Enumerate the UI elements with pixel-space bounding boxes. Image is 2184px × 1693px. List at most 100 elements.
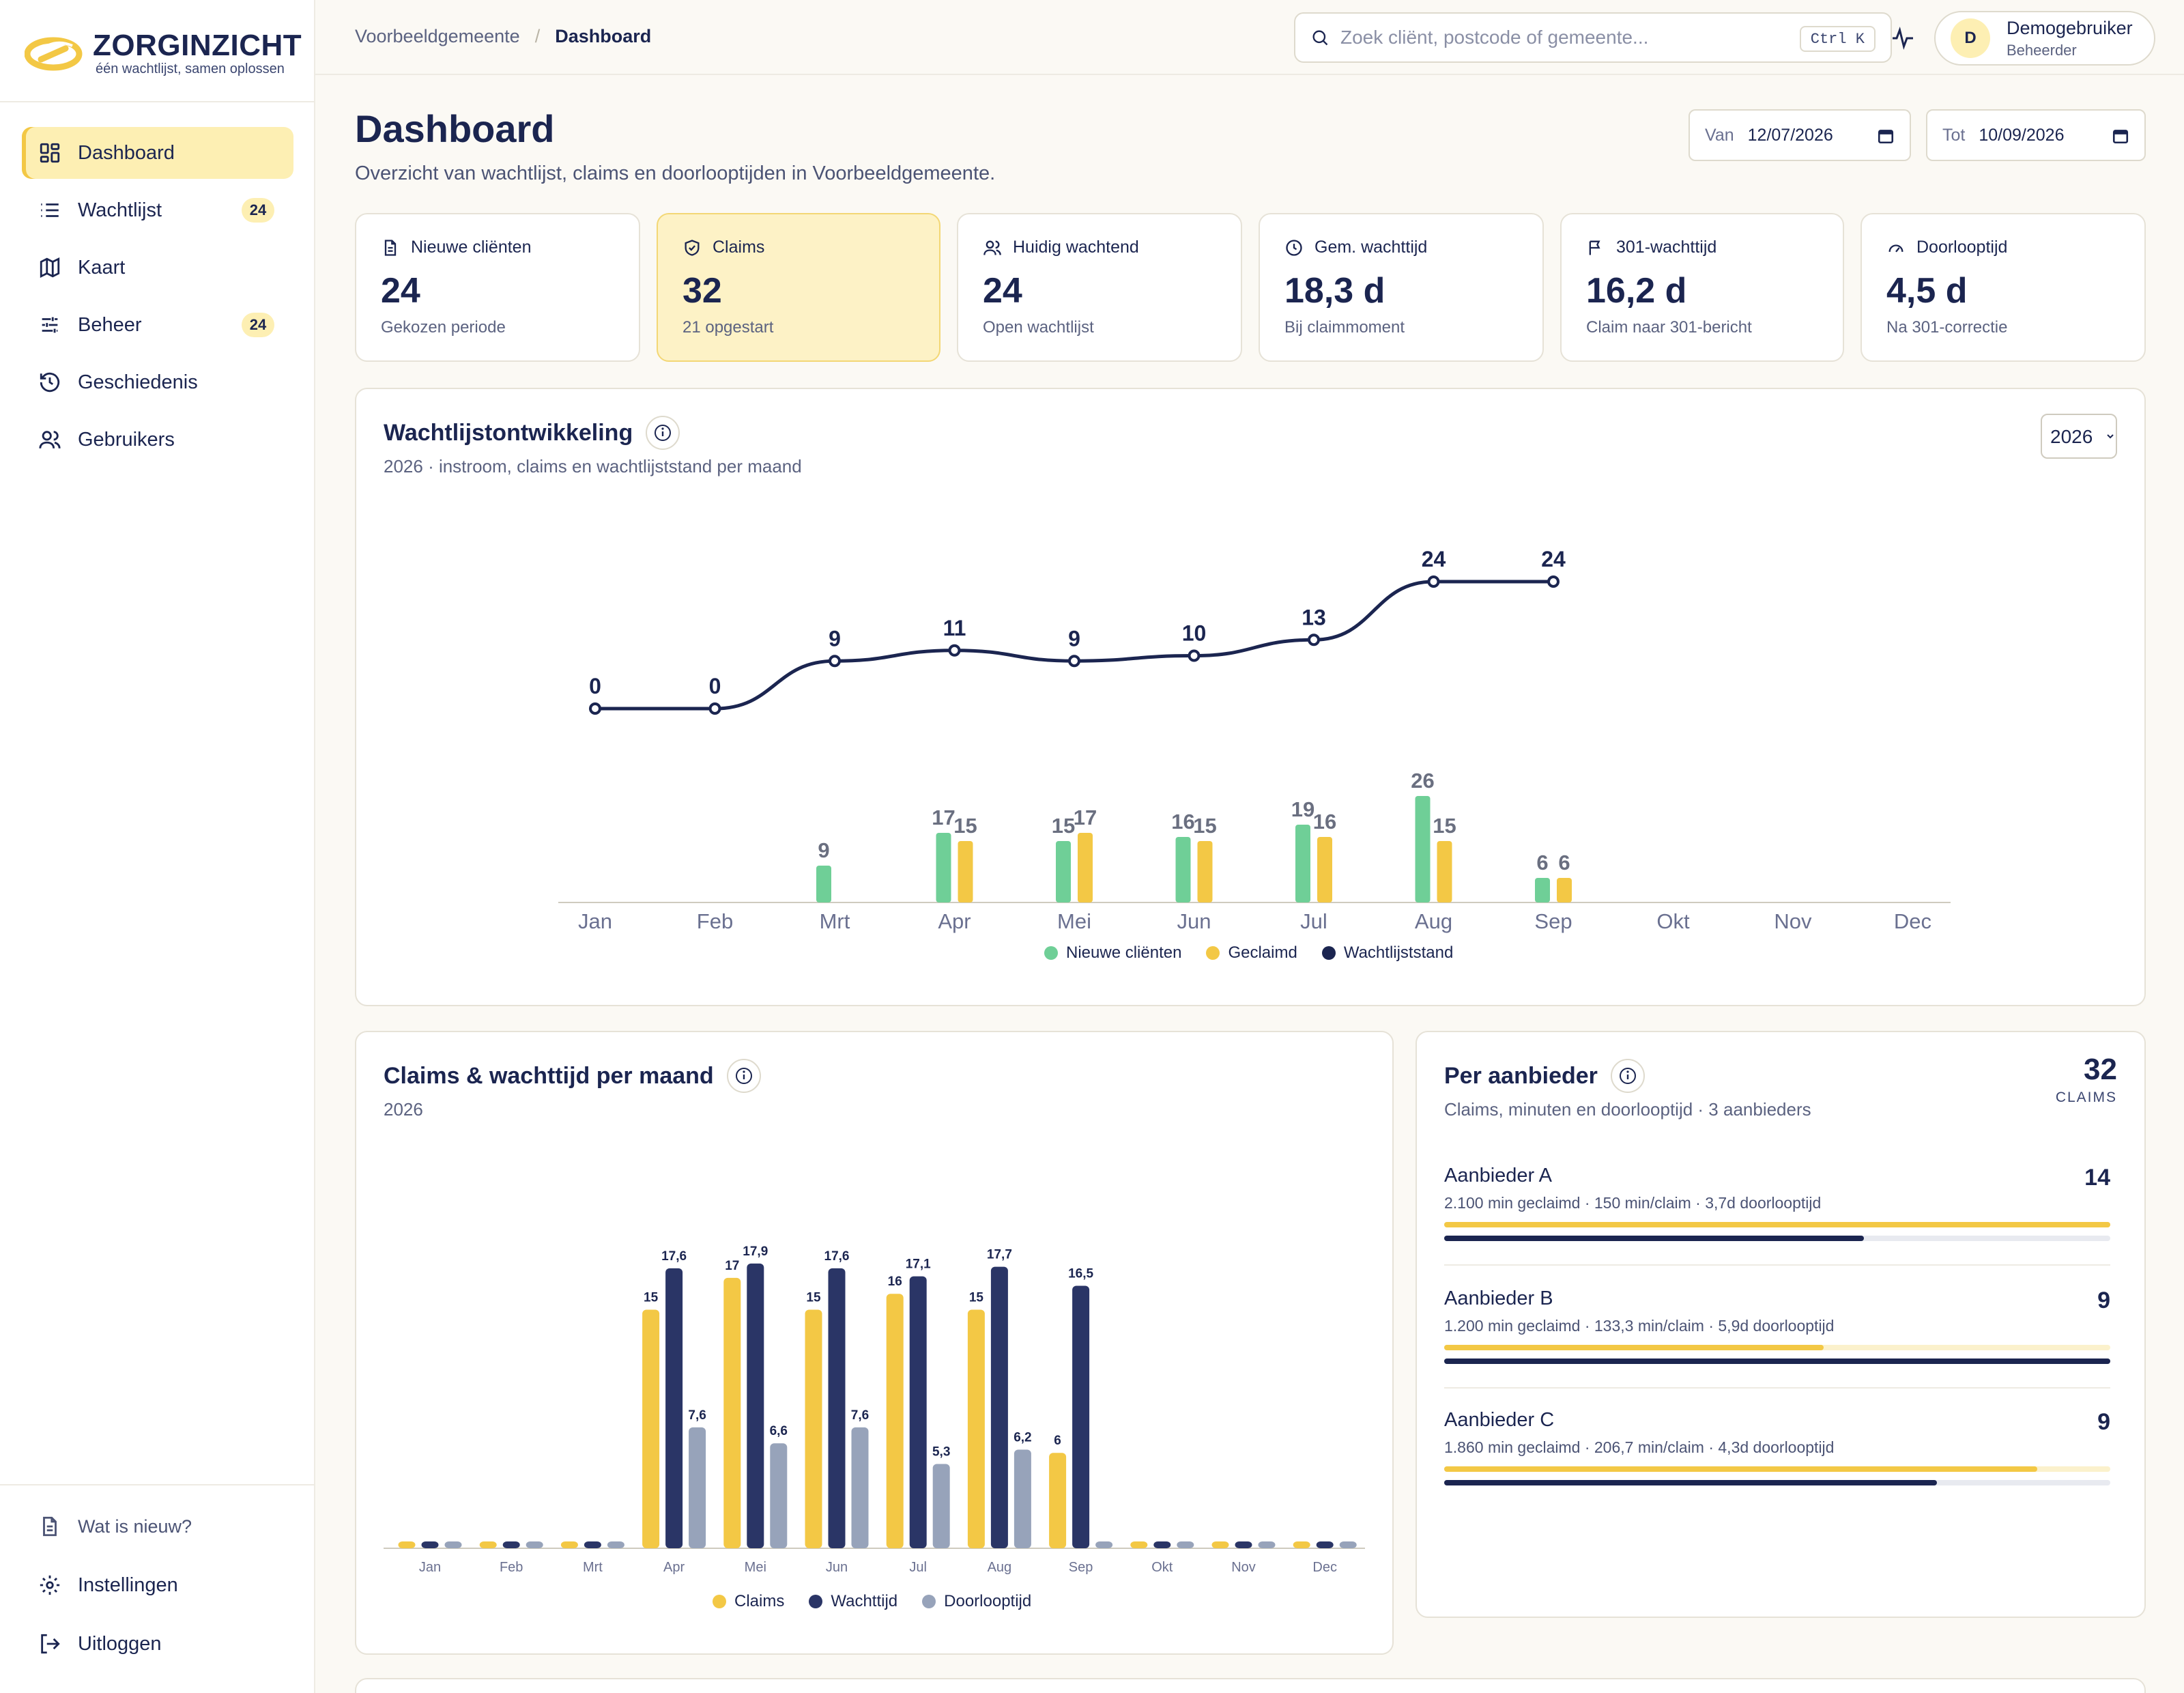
providers-panel: Per aanbieder Claims, minuten en doorloo…: [1416, 1031, 2146, 1618]
sidebar-item-instellingen[interactable]: Instellingen: [22, 1559, 293, 1611]
bar-label: 17,9: [743, 1244, 768, 1259]
main-nav: Dashboard Wachtlijst 24 Kaart Beheer 24 …: [22, 127, 293, 471]
claims-bar: [1444, 1222, 2110, 1227]
user-name: Demogebruiker: [2007, 17, 2133, 38]
provider-count: 9: [2097, 1287, 2110, 1313]
line-point: [1427, 575, 1440, 588]
avatar: D: [1951, 18, 1990, 58]
date-from-field[interactable]: Van 12/07/2026: [1689, 109, 1911, 161]
kpi-card-waiting[interactable]: Huidig wachtend 24 Open wachtlijst: [957, 213, 1242, 362]
sidebar-item-gebruikers[interactable]: Gebruikers: [22, 414, 293, 466]
line-label: 13: [1302, 605, 1326, 629]
bar-doorlooptijd: [1014, 1449, 1031, 1548]
bar-label: 17,6: [661, 1249, 687, 1264]
bar-label: 16: [1313, 810, 1336, 834]
grid-icon: [40, 143, 60, 163]
logo[interactable]: ZORGINZICHT één wachtlijst, samen oploss…: [25, 26, 302, 81]
x-tick-label: Jul: [909, 1560, 927, 1575]
kpi-card-avg-wait[interactable]: Gem. wachttijd 18,3 d Bij claimmoment: [1259, 213, 1544, 362]
lead-time-bar-fill: [1444, 1480, 1938, 1485]
date-to-field[interactable]: Tot 10/09/2026: [1926, 109, 2146, 161]
kpi-label: Gem. wachttijd: [1314, 238, 1428, 257]
provider-row[interactable]: Aanbieder C 1.860 min geclaimd · 206,7 m…: [1444, 1409, 2110, 1485]
bar-label: 6: [1558, 851, 1570, 874]
user-menu[interactable]: D Demogebruiker Beheerder: [1934, 11, 2155, 66]
activity-icon[interactable]: [1888, 26, 1918, 51]
x-tick-label: Aug: [988, 1560, 1012, 1575]
bar-doorlooptijd: [770, 1443, 788, 1548]
bar-doorlooptijd: [444, 1541, 462, 1548]
sidebar-item-beheer[interactable]: Beheer 24: [22, 299, 293, 351]
line-label: 9: [829, 626, 841, 651]
bar-label: 7,6: [851, 1408, 869, 1423]
bar-wachttijd: [421, 1541, 439, 1548]
calendar-icon: [1878, 130, 1894, 144]
legend-label: Nieuwe cliënten: [1066, 943, 1182, 962]
legend-swatch: [809, 1595, 823, 1608]
count-badge: 24: [242, 313, 274, 337]
kpi-label: Doorlooptijd: [1916, 238, 2008, 257]
panel-subtitle: Claims, minuten en doorlooptijd · 3 aanb…: [1444, 1099, 1811, 1120]
bar-claims: [1049, 1453, 1067, 1548]
claims-bar-fill: [1444, 1466, 2037, 1472]
bar-doorlooptijd: [607, 1541, 624, 1548]
sidebar-item-dashboard[interactable]: Dashboard: [22, 127, 293, 179]
provider-row[interactable]: Aanbieder A 2.100 min geclaimd · 150 min…: [1444, 1165, 2110, 1241]
sliders-icon: [42, 317, 58, 333]
total-claims-value: 32: [2084, 1053, 2117, 1086]
info-icon[interactable]: [1610, 1058, 1646, 1094]
bar-claims: [560, 1541, 578, 1548]
shortcut-hint: Ctrl K: [1799, 26, 1876, 52]
total-claims-caption: CLAIMS: [2055, 1090, 2117, 1105]
bar-claimed: [958, 841, 973, 902]
kpi-card-new-clients[interactable]: Nieuwe cliënten 24 Gekozen periode: [355, 213, 640, 362]
sidebar-item-kaart[interactable]: Kaart: [22, 242, 293, 294]
bar-claims: [723, 1277, 741, 1548]
row-divider: [1444, 1387, 2110, 1389]
provider-row[interactable]: Aanbieder B 1.200 min geclaimd · 133,3 m…: [1444, 1287, 2110, 1364]
line-label: 11: [943, 616, 966, 640]
breadcrumb-separator: /: [534, 26, 541, 46]
date-from-label: Van: [1705, 125, 1734, 145]
bar-doorlooptijd: [1177, 1541, 1194, 1548]
breadcrumb-link[interactable]: Voorbeeldgemeente: [355, 26, 520, 47]
claims-bar-fill: [1444, 1222, 2110, 1227]
sidebar-item-whats-new[interactable]: Wat is nieuw?: [22, 1500, 293, 1552]
document-icon: [384, 239, 397, 256]
sidebar-item-label: Beheer: [78, 313, 142, 336]
breadcrumb: Voorbeeldgemeente / Dashboard: [355, 26, 651, 47]
bar-label: 19: [1291, 797, 1314, 821]
provider-name: Aanbieder B: [1444, 1287, 1553, 1309]
bar-new-clients: [816, 866, 831, 902]
bar-claims: [805, 1309, 822, 1548]
bar-label: 17,7: [987, 1248, 1012, 1262]
sidebar-item-wachtlijst[interactable]: Wachtlijst 24: [22, 184, 293, 236]
bar-claims: [967, 1309, 985, 1548]
line-point: [1308, 634, 1320, 646]
legend-label: Doorlooptijd: [944, 1592, 1032, 1610]
line-label: 10: [1182, 621, 1207, 646]
x-tick-label: Jan: [419, 1560, 441, 1575]
claims-bar: [1444, 1466, 2110, 1472]
sidebar-item-geschiedenis[interactable]: Geschiedenis: [22, 356, 293, 408]
sidebar: ZORGINZICHT één wachtlijst, samen oploss…: [0, 0, 315, 1693]
kpi-card-301-wait[interactable]: 301-wachttijd 16,2 d Claim naar 301-beri…: [1560, 213, 1844, 362]
claims-panel: Claims & wachttijd per maand 2026 Jan Feb…: [355, 1031, 1394, 1655]
x-tick-label: Apr: [663, 1560, 685, 1575]
claims-legend: Claims Wachttijd Doorlooptijd: [713, 1592, 1031, 1611]
provider-name: Aanbieder C: [1444, 1409, 1555, 1431]
legend-swatch: [922, 1595, 936, 1608]
kpi-caption: Claim naar 301-bericht: [1586, 318, 1752, 337]
x-tick-label: Dec: [1894, 909, 1931, 933]
legend-label: Geclaimd: [1228, 943, 1297, 962]
search-input[interactable]: [1340, 27, 1777, 48]
search-box: Ctrl K: [1294, 12, 1892, 63]
row-divider: [1444, 1264, 2110, 1266]
bar-doorlooptijd: [1095, 1541, 1113, 1548]
brand-name: ZORGINZICHT: [93, 28, 302, 62]
kpi-caption: Bij claimmoment: [1284, 318, 1405, 337]
kpi-card-lead-time[interactable]: Doorlooptijd 4,5 d Na 301-correctie: [1860, 213, 2146, 362]
kpi-card-claims[interactable]: Claims 32 21 opgestart: [657, 213, 940, 362]
sidebar-item-uitloggen[interactable]: Uitloggen: [22, 1618, 293, 1670]
panel-title: Per aanbieder: [1444, 1062, 1598, 1089]
